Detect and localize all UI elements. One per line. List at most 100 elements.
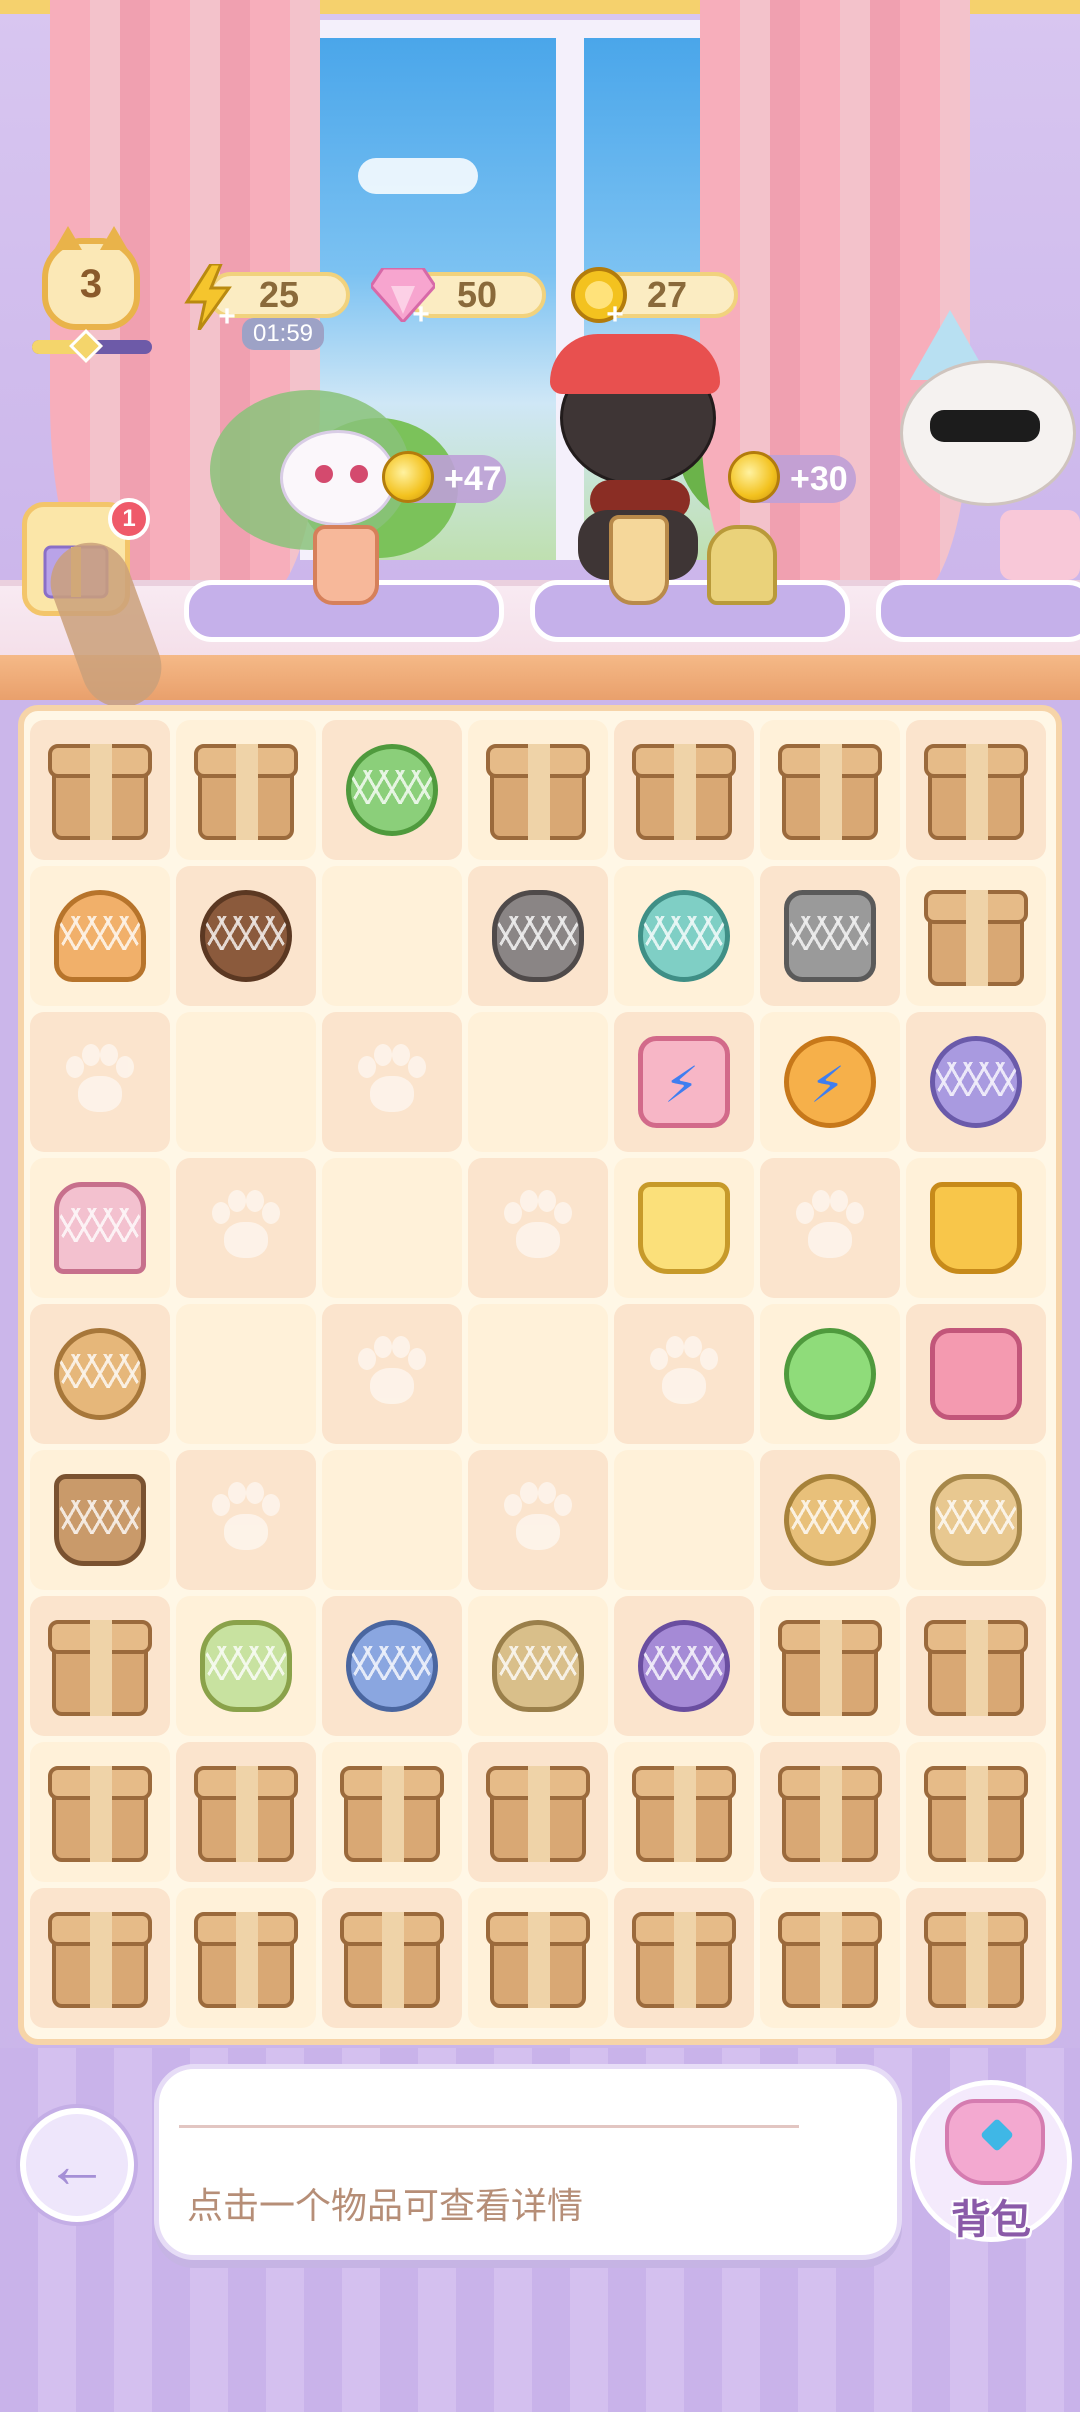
- board-cell[interactable]: [468, 1158, 608, 1298]
- board-cell[interactable]: [906, 1012, 1046, 1152]
- hydrangea-icon[interactable]: [916, 1022, 1036, 1142]
- customer-sunglasses-cat[interactable]: [880, 310, 1080, 590]
- board-cell[interactable]: [30, 1158, 170, 1298]
- board-cell[interactable]: [322, 1888, 462, 2028]
- box-icon[interactable]: [478, 1752, 598, 1872]
- board-cell[interactable]: [322, 1158, 462, 1298]
- back-button[interactable]: ←: [20, 2108, 134, 2222]
- iced-coffee-icon[interactable]: [40, 1460, 160, 1580]
- shovel-icon[interactable]: [770, 876, 890, 996]
- board-cell[interactable]: ⚡: [760, 1012, 900, 1152]
- board-cell[interactable]: [614, 1596, 754, 1736]
- board-cell[interactable]: [176, 866, 316, 1006]
- cream-puff-icon[interactable]: [770, 1460, 890, 1580]
- box-icon[interactable]: [624, 730, 744, 850]
- board-cell[interactable]: [176, 1742, 316, 1882]
- board-cell[interactable]: [760, 1596, 900, 1736]
- bag-button[interactable]: 背包: [910, 2080, 1072, 2242]
- box-icon[interactable]: [624, 1898, 744, 2018]
- board-cell[interactable]: [906, 866, 1046, 1006]
- cat-bun-icon[interactable]: [40, 1314, 160, 1434]
- box-icon[interactable]: [916, 1606, 1036, 1726]
- strawberry-cake-icon[interactable]: [186, 1606, 306, 1726]
- board-cell[interactable]: [614, 1742, 754, 1882]
- box-icon[interactable]: [770, 730, 890, 850]
- pink-dress-icon[interactable]: [40, 1168, 160, 1288]
- board-cell[interactable]: [468, 866, 608, 1006]
- box-icon[interactable]: [770, 1752, 890, 1872]
- board-cell[interactable]: [614, 1158, 754, 1298]
- board-cell[interactable]: [176, 1158, 316, 1298]
- board-cell[interactable]: [322, 1012, 462, 1152]
- energy-dress-icon[interactable]: ⚡: [624, 1022, 744, 1142]
- box-icon[interactable]: [40, 1752, 160, 1872]
- board-cell[interactable]: [906, 720, 1046, 860]
- box-icon[interactable]: [186, 730, 306, 850]
- board-cell[interactable]: [760, 1304, 900, 1444]
- box-icon[interactable]: [40, 1898, 160, 2018]
- board-cell[interactable]: [176, 1012, 316, 1152]
- board-cell[interactable]: [176, 1888, 316, 2028]
- box-icon[interactable]: [186, 1752, 306, 1872]
- green-flower-icon[interactable]: [770, 1314, 890, 1434]
- board-cell[interactable]: [322, 1742, 462, 1882]
- box-icon[interactable]: [916, 1752, 1036, 1872]
- board-cell[interactable]: [322, 1596, 462, 1736]
- add-gems-icon[interactable]: +: [408, 300, 434, 330]
- board-cell[interactable]: [322, 866, 462, 1006]
- purple-ball-icon[interactable]: [624, 1606, 744, 1726]
- board-cell[interactable]: [468, 1012, 608, 1152]
- board-cell[interactable]: [30, 1596, 170, 1736]
- gray-cat-icon[interactable]: [478, 876, 598, 996]
- board-cell[interactable]: [614, 720, 754, 860]
- order-card-1[interactable]: [184, 525, 504, 642]
- board-cell[interactable]: [760, 1450, 900, 1590]
- board-cell[interactable]: [760, 720, 900, 860]
- order-card-3[interactable]: [876, 580, 1080, 642]
- board-cell[interactable]: [906, 1888, 1046, 2028]
- board-cell[interactable]: [30, 1888, 170, 2028]
- board-cell[interactable]: [176, 1450, 316, 1590]
- box-icon[interactable]: [916, 1898, 1036, 2018]
- board-cell[interactable]: [906, 1596, 1046, 1736]
- board-cell[interactable]: [760, 1742, 900, 1882]
- board-cell[interactable]: [30, 1012, 170, 1152]
- board-cell[interactable]: [760, 1888, 900, 2028]
- board-cell[interactable]: ⚡: [614, 1012, 754, 1152]
- order-card-2[interactable]: [530, 515, 850, 642]
- juice-cup-icon[interactable]: [624, 1168, 744, 1288]
- energy-cup-icon[interactable]: ⚡: [770, 1022, 890, 1142]
- board-cell[interactable]: [322, 1450, 462, 1590]
- board-cell[interactable]: [614, 1304, 754, 1444]
- board-cell[interactable]: [176, 1304, 316, 1444]
- scrunchie-icon[interactable]: [332, 1606, 452, 1726]
- board-cell[interactable]: [906, 1450, 1046, 1590]
- box-icon[interactable]: [40, 1606, 160, 1726]
- box-icon[interactable]: [332, 1752, 452, 1872]
- box-icon[interactable]: [186, 1898, 306, 2018]
- board-cell[interactable]: [614, 1450, 754, 1590]
- board-cell[interactable]: [322, 1304, 462, 1444]
- board-cell[interactable]: [906, 1158, 1046, 1298]
- box-icon[interactable]: [624, 1752, 744, 1872]
- teal-bowl-icon[interactable]: [624, 876, 744, 996]
- box-icon[interactable]: [332, 1898, 452, 2018]
- watering-can-icon[interactable]: [332, 730, 452, 850]
- bread-icon[interactable]: [478, 1606, 598, 1726]
- mango-drink-icon[interactable]: [916, 1168, 1036, 1288]
- board-cell[interactable]: [614, 866, 754, 1006]
- board-cell[interactable]: [468, 1450, 608, 1590]
- fruit-cake-icon[interactable]: [916, 1460, 1036, 1580]
- board-cell[interactable]: [468, 720, 608, 860]
- box-icon[interactable]: [916, 730, 1036, 850]
- board-cell[interactable]: [176, 720, 316, 860]
- box-icon[interactable]: [916, 876, 1036, 996]
- box-icon[interactable]: [478, 730, 598, 850]
- board-cell[interactable]: [468, 1742, 608, 1882]
- board-cell[interactable]: [30, 1304, 170, 1444]
- board-cell[interactable]: [468, 1596, 608, 1736]
- board-cell[interactable]: [468, 1888, 608, 2028]
- board-cell[interactable]: [906, 1304, 1046, 1444]
- box-icon[interactable]: [770, 1606, 890, 1726]
- pink-bag-icon[interactable]: [916, 1314, 1036, 1434]
